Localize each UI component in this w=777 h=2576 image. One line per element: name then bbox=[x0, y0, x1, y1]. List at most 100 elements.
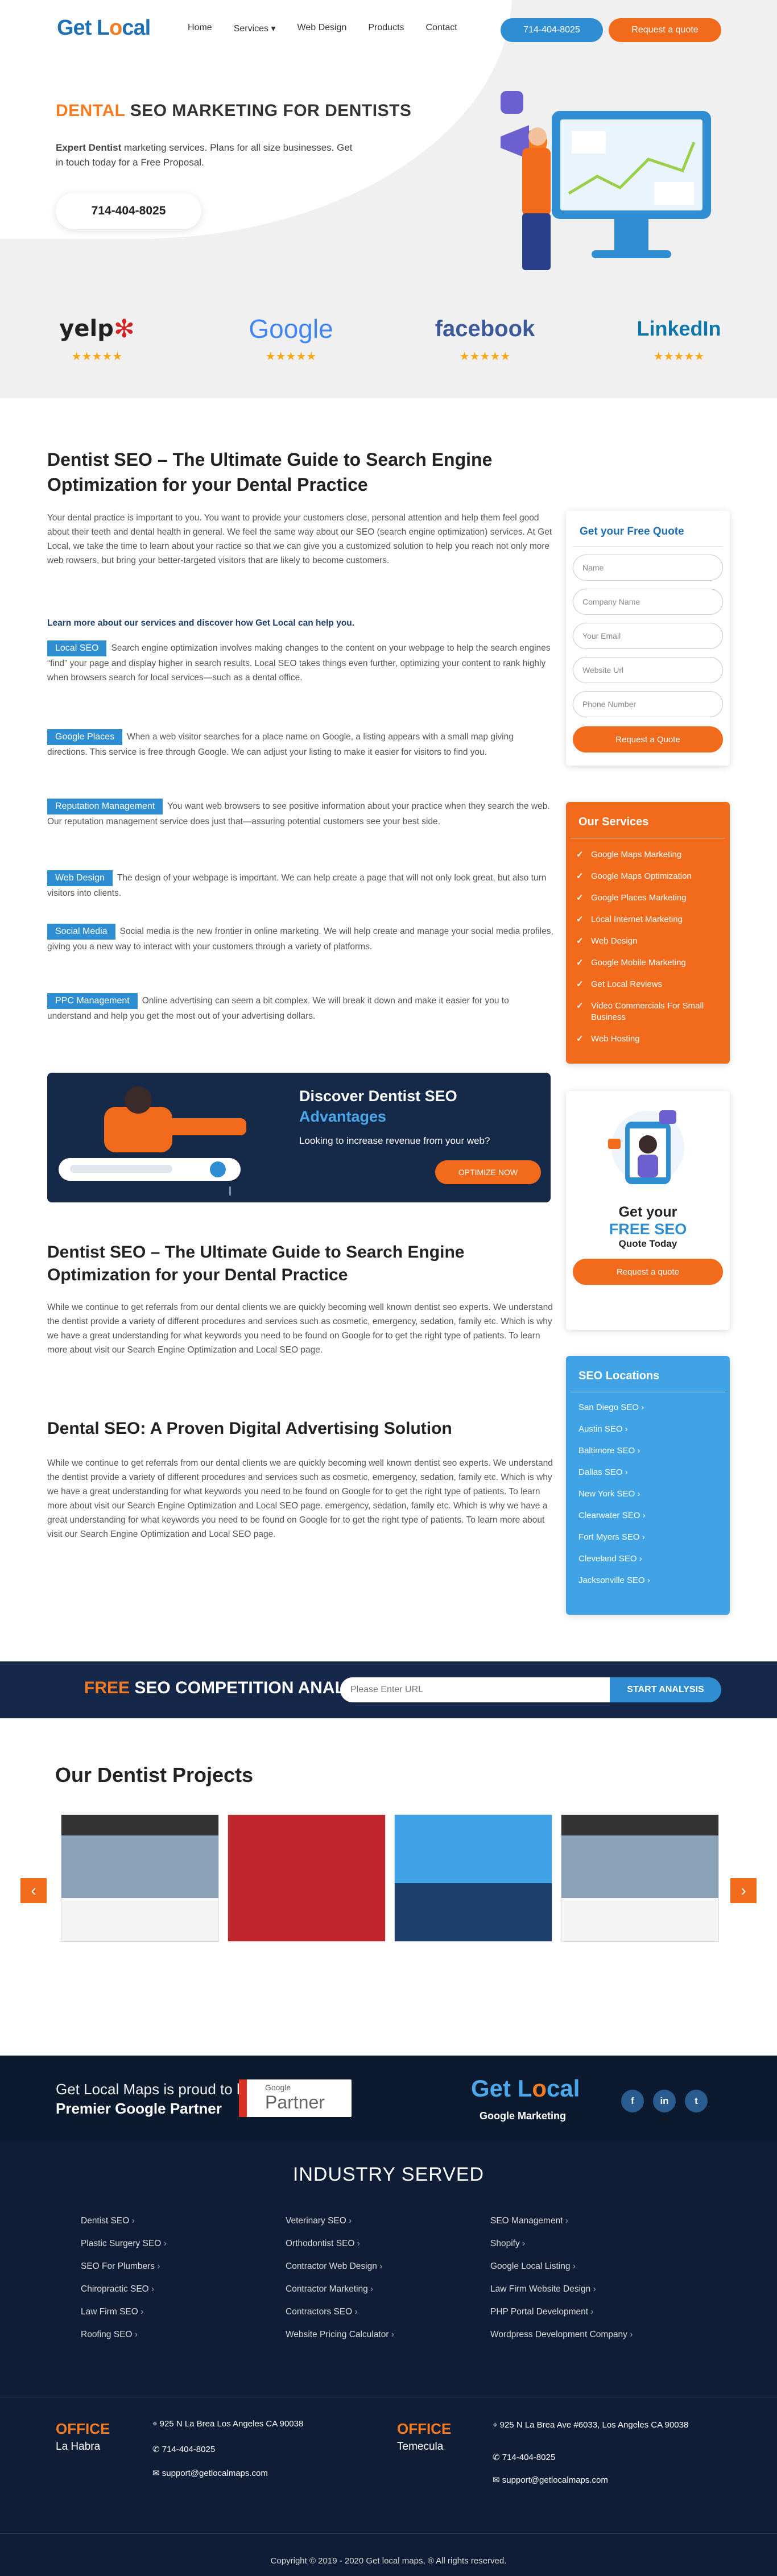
site-logo[interactable]: Get Local bbox=[57, 16, 151, 40]
office-phone[interactable]: ✆ 714-404-8025 bbox=[493, 2452, 555, 2462]
project-card[interactable] bbox=[561, 1814, 719, 1942]
quote-submit-button[interactable]: Request a Quote bbox=[573, 726, 723, 752]
services-item[interactable]: Google Places Marketing bbox=[566, 887, 730, 909]
industry-link[interactable]: Law Firm SEO bbox=[81, 2307, 286, 2317]
email-input[interactable]: Your Email bbox=[573, 623, 723, 649]
start-analysis-button[interactable]: START ANALYSIS bbox=[610, 1677, 721, 1702]
services-item[interactable]: Google Maps Marketing bbox=[566, 844, 730, 866]
industry-link[interactable]: SEO For Plumbers bbox=[81, 2261, 286, 2272]
header-phone-button[interactable]: 714-404-8025 bbox=[501, 18, 603, 42]
projects-title: Our Dentist Projects bbox=[55, 1763, 254, 1787]
services-item[interactable]: Video Commercials For Small Business bbox=[566, 995, 730, 1028]
services-item[interactable]: Web Design bbox=[566, 931, 730, 952]
google-brand[interactable]: Google ★★★★★ bbox=[194, 312, 388, 363]
carousel-next-button[interactable]: › bbox=[730, 1878, 757, 1903]
location-link[interactable]: San Diego SEO › bbox=[566, 1397, 730, 1419]
proven-paragraph: While we continue to get referrals from … bbox=[47, 1458, 553, 1539]
location-link[interactable]: Clearwater SEO › bbox=[566, 1505, 730, 1527]
office-email[interactable]: ✉ support@getlocalmaps.com bbox=[493, 2475, 608, 2485]
project-card[interactable] bbox=[228, 1814, 386, 1942]
service-tag[interactable]: Social Media bbox=[47, 924, 115, 940]
service-tag[interactable]: Local SEO bbox=[47, 640, 107, 656]
location-link[interactable]: New York SEO › bbox=[566, 1483, 730, 1505]
industry-link[interactable]: SEO Management bbox=[490, 2216, 695, 2226]
hero-illustration bbox=[501, 91, 711, 270]
phone-input[interactable]: Phone Number bbox=[573, 691, 723, 717]
industry-link[interactable]: Google Local Listing bbox=[490, 2261, 695, 2272]
location-link[interactable]: Austin SEO › bbox=[566, 1419, 730, 1440]
hero-section: DENTAL SEO MARKETING FOR DENTISTS Expert… bbox=[0, 0, 777, 398]
name-input[interactable]: Name bbox=[573, 555, 723, 581]
banner-text: Looking to increase revenue from your we… bbox=[299, 1135, 490, 1146]
location-link[interactable]: Cleveland SEO › bbox=[566, 1548, 730, 1570]
industry-link[interactable]: Plastic Surgery SEO bbox=[81, 2239, 286, 2249]
nav-contact[interactable]: Contact bbox=[426, 23, 457, 34]
industry-link[interactable]: Roofing SEO bbox=[81, 2330, 286, 2340]
location-link[interactable]: Fort Myers SEO › bbox=[566, 1527, 730, 1548]
website-input[interactable]: Website Url bbox=[573, 657, 723, 683]
optimize-now-button[interactable]: OPTIMIZE NOW bbox=[435, 1160, 541, 1184]
services-title: Our Services bbox=[571, 802, 725, 838]
location-link[interactable]: Dallas SEO › bbox=[566, 1462, 730, 1483]
nav-services[interactable]: Services ▾ bbox=[234, 23, 276, 34]
quote-form-title: Get your Free Quote bbox=[573, 511, 723, 547]
office-email[interactable]: ✉ support@getlocalmaps.com bbox=[152, 2468, 268, 2478]
company-input[interactable]: Company Name bbox=[573, 589, 723, 615]
industry-link[interactable]: Dentist SEO bbox=[81, 2216, 286, 2226]
seo-analysis-strip: FREE SEO COMPETITION ANALYSIS Please Ent… bbox=[0, 1661, 777, 1718]
services-item[interactable]: Google Mobile Marketing bbox=[566, 952, 730, 974]
rating-stars: ★★★★★ bbox=[653, 350, 705, 363]
nav-home[interactable]: Home bbox=[188, 23, 212, 34]
yelp-brand[interactable]: yelp ✻ ★★★★★ bbox=[0, 312, 194, 363]
project-card[interactable] bbox=[61, 1814, 219, 1942]
facebook-brand[interactable]: facebook ★★★★★ bbox=[388, 312, 582, 363]
facebook-icon[interactable]: f bbox=[621, 2090, 644, 2112]
industry-link[interactable]: PHP Portal Development bbox=[490, 2307, 695, 2317]
service-tag[interactable]: Web Design bbox=[47, 870, 113, 886]
service-tag[interactable]: Google Places bbox=[47, 729, 123, 745]
location-link[interactable]: Baltimore SEO › bbox=[566, 1440, 730, 1462]
location-link[interactable]: Jacksonville SEO › bbox=[566, 1570, 730, 1591]
industry-link[interactable]: Wordpress Development Company bbox=[490, 2330, 695, 2340]
locations-title: SEO Locations bbox=[571, 1356, 725, 1392]
services-item[interactable]: Get Local Reviews bbox=[566, 974, 730, 995]
industry-link[interactable]: Shopify bbox=[490, 2239, 695, 2249]
nav-web-design[interactable]: Web Design bbox=[297, 23, 347, 34]
services-item[interactable]: Local Internet Marketing bbox=[566, 909, 730, 931]
hero-phone-button[interactable]: 714-404-8025 bbox=[56, 193, 201, 229]
header-quote-button[interactable]: Request a quote bbox=[609, 18, 721, 42]
twitter-icon[interactable]: t bbox=[685, 2090, 708, 2112]
banner-subtitle: Advantages bbox=[299, 1108, 387, 1125]
projects-carousel bbox=[0, 1814, 777, 1945]
service-tag[interactable]: PPC Management bbox=[47, 993, 138, 1009]
nav-products[interactable]: Products bbox=[368, 23, 404, 34]
office-label: OFFICE bbox=[56, 2420, 110, 2437]
section-title-proven: Dental SEO: A Proven Digital Advertising… bbox=[47, 1419, 452, 1438]
phone-icon: ✆ bbox=[152, 2445, 162, 2454]
google-logo: Google bbox=[249, 314, 333, 344]
industry-link[interactable]: Veterinary SEO bbox=[286, 2216, 490, 2226]
services-item[interactable]: Google Maps Optimization bbox=[566, 866, 730, 887]
url-input[interactable]: Please Enter URL bbox=[340, 1677, 610, 1702]
carousel-prev-button[interactable]: ‹ bbox=[20, 1878, 47, 1903]
google-partner-badge: Google Partner bbox=[239, 2079, 352, 2117]
industry-link[interactable]: Website Pricing Calculator bbox=[286, 2330, 490, 2340]
industry-link[interactable]: Orthodontist SEO bbox=[286, 2239, 490, 2249]
industry-link[interactable]: Law Firm Website Design bbox=[490, 2284, 695, 2294]
linkedin-icon[interactable]: in bbox=[653, 2090, 676, 2112]
footer-logo[interactable]: Get Local bbox=[471, 2075, 580, 2102]
footer-logo-subtitle: Google Marketing bbox=[480, 2110, 567, 2122]
project-card[interactable] bbox=[394, 1814, 552, 1942]
linkedin-brand[interactable]: LinkedIn ★★★★★ bbox=[582, 312, 776, 363]
industry-link[interactable]: Contractors SEO bbox=[286, 2307, 490, 2317]
cta-illustration bbox=[608, 1110, 684, 1184]
service-social-media: Social Media Social media is the new fron… bbox=[47, 924, 553, 954]
services-item[interactable]: Web Hosting bbox=[566, 1028, 730, 1050]
linkedin-logo: LinkedIn bbox=[637, 317, 721, 340]
industry-link[interactable]: Contractor Web Design bbox=[286, 2261, 490, 2272]
service-tag[interactable]: Reputation Management bbox=[47, 799, 163, 814]
industry-link[interactable]: Chiropractic SEO bbox=[81, 2284, 286, 2294]
office-phone[interactable]: ✆ 714-404-8025 bbox=[152, 2444, 215, 2454]
industry-link[interactable]: Contractor Marketing bbox=[286, 2284, 490, 2294]
cta-quote-button[interactable]: Request a quote bbox=[573, 1259, 723, 1285]
